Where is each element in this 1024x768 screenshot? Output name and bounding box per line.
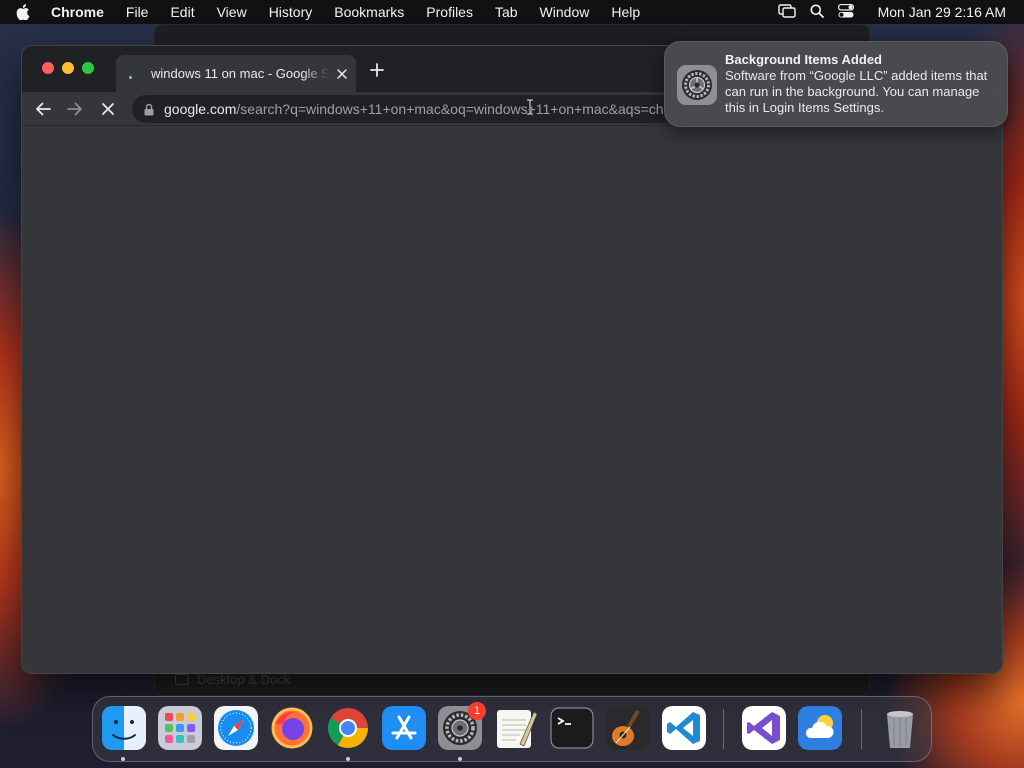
- terminal-icon[interactable]: [550, 706, 594, 750]
- menu-bar: Chrome File Edit View History Bookmarks …: [0, 0, 1024, 24]
- lock-icon[interactable]: [144, 103, 154, 116]
- background-window-label: Desktop & Dock: [197, 672, 291, 687]
- tab-loading-spinner-icon: [126, 67, 140, 81]
- textedit-icon[interactable]: [494, 706, 538, 750]
- notification-body: Software from “Google LLC” added items t…: [725, 68, 988, 115]
- system-settings-gear-icon: [677, 65, 717, 105]
- control-center-icon[interactable]: [837, 3, 854, 21]
- spotlight-search-icon[interactable]: [810, 4, 824, 21]
- tab-close-icon[interactable]: [335, 67, 349, 81]
- window-zoom-button[interactable]: [82, 62, 94, 74]
- tab-title: windows 11 on mac - Google Search: [151, 66, 329, 81]
- stop-loading-icon[interactable]: [97, 98, 119, 120]
- dock-separator: [861, 709, 862, 749]
- menu-window[interactable]: Window: [529, 0, 601, 24]
- weather-icon[interactable]: [798, 706, 842, 750]
- background-items-notification[interactable]: Background Items Added Software from “Go…: [664, 41, 1008, 127]
- menu-tab[interactable]: Tab: [484, 0, 529, 24]
- text-cursor-icon: [526, 98, 534, 120]
- finder-running-indicator: [121, 757, 125, 761]
- screen-mirroring-icon[interactable]: [777, 3, 796, 21]
- menu-help[interactable]: Help: [600, 0, 651, 24]
- menu-app-name[interactable]: Chrome: [40, 0, 115, 24]
- menu-history[interactable]: History: [258, 0, 324, 24]
- garageband-icon[interactable]: [606, 706, 650, 750]
- vscode-icon[interactable]: [662, 706, 706, 750]
- menu-file[interactable]: File: [115, 0, 160, 24]
- menu-bookmarks[interactable]: Bookmarks: [323, 0, 415, 24]
- settings-running-indicator: [458, 757, 462, 761]
- menu-profiles[interactable]: Profiles: [415, 0, 484, 24]
- chrome-running-indicator: [346, 757, 350, 761]
- chrome-icon[interactable]: [326, 706, 370, 750]
- menu-extras: Mon Jan 29 2:16 AM: [777, 3, 1024, 21]
- notification-title: Background Items Added: [725, 52, 882, 67]
- dock: [92, 696, 932, 762]
- background-window-sidebar-item: Desktop & Dock: [175, 672, 290, 687]
- menu-view[interactable]: View: [206, 0, 258, 24]
- desktop-dock-icon: [175, 674, 189, 685]
- back-arrow-icon[interactable]: [32, 98, 54, 120]
- safari-icon[interactable]: [214, 706, 258, 750]
- browser-tab-active[interactable]: windows 11 on mac - Google Search: [116, 55, 356, 92]
- chrome-window: windows 11 on mac - Google Search google…: [22, 46, 1002, 673]
- firefox-icon[interactable]: [270, 706, 314, 750]
- dock-separator: [723, 709, 724, 749]
- trash-icon[interactable]: [878, 706, 922, 750]
- menu-edit[interactable]: Edit: [159, 0, 205, 24]
- url-path: /search?q=windows+11+on+mac&oq=windows+1…: [236, 101, 664, 117]
- address-bar-url[interactable]: google.com/search?q=windows+11+on+mac&oq…: [164, 101, 664, 117]
- visual-studio-icon[interactable]: [742, 706, 786, 750]
- app-store-icon[interactable]: [382, 706, 426, 750]
- window-minimize-button[interactable]: [62, 62, 74, 74]
- settings-notification-badge: 1: [468, 702, 486, 720]
- apple-menu-icon[interactable]: [16, 4, 38, 20]
- finder-icon[interactable]: [102, 706, 146, 750]
- forward-arrow-icon[interactable]: [64, 98, 86, 120]
- window-close-button[interactable]: [42, 62, 54, 74]
- new-tab-plus-icon[interactable]: [368, 61, 386, 79]
- page-content-loading: [22, 126, 1002, 673]
- menubar-clock[interactable]: Mon Jan 29 2:16 AM: [878, 4, 1006, 20]
- launchpad-icon[interactable]: [158, 706, 202, 750]
- url-host: google.com: [164, 101, 237, 117]
